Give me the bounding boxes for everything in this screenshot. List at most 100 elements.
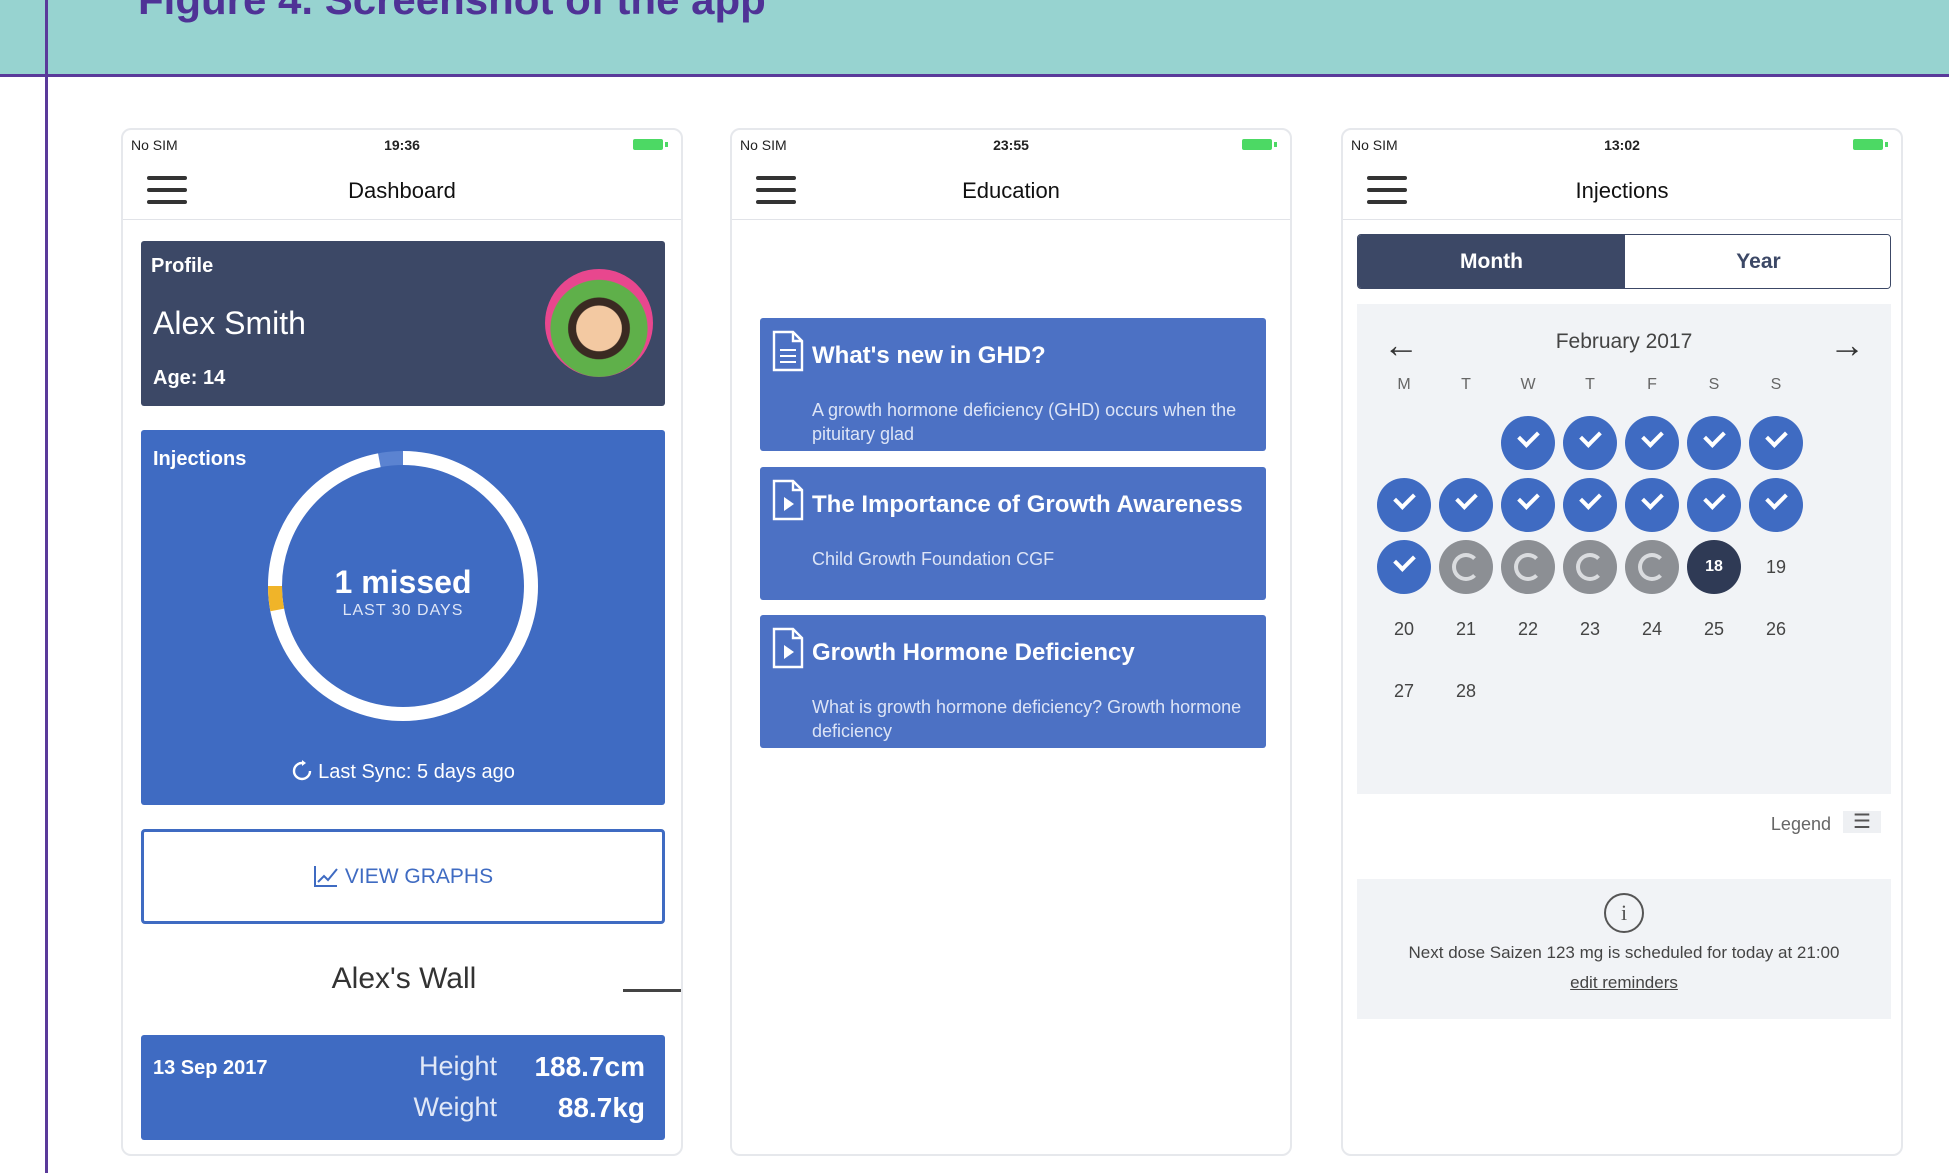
figure-banner: Figure 4. Screenshot of the app — [0, 0, 1949, 77]
calendar-day-21[interactable]: 21 — [1439, 602, 1493, 656]
calendar-day-12[interactable] — [1749, 478, 1803, 532]
nav-bar: Dashboard — [123, 160, 681, 220]
education-item-desc: A growth hormone deficiency (GHD) occurs… — [812, 400, 1237, 444]
education-screen: No SIM 23:55 Education What's new in GHD… — [730, 128, 1292, 1156]
list-icon — [1843, 809, 1881, 834]
page-title: Education — [962, 178, 1060, 203]
profile-label: Profile — [151, 255, 214, 277]
weekday-label: T — [1585, 376, 1595, 393]
calendar-day-17[interactable] — [1625, 540, 1679, 594]
calendar-month-label: February 2017 — [1555, 330, 1693, 353]
education-item[interactable]: Growth Hormone Deficiency What is growth… — [760, 615, 1266, 748]
view-graphs-label: VIEW GRAPHS — [344, 865, 494, 888]
calendar-day-15[interactable] — [1501, 540, 1555, 594]
calendar-day-7[interactable] — [1439, 478, 1493, 532]
calendar-day-24[interactable]: 24 — [1625, 602, 1679, 656]
page-title: Injections — [1575, 178, 1669, 203]
figure-canvas: Figure 4. Screenshot of the app No SIM 1… — [0, 0, 1949, 1173]
calendar-day-5[interactable] — [1749, 416, 1803, 470]
weekday-label: S — [1770, 376, 1782, 393]
calendar-day-22[interactable]: 22 — [1501, 602, 1555, 656]
missed-count: 1 missed — [334, 564, 472, 600]
tab-month[interactable]: Month — [1358, 235, 1625, 288]
weight-label: Weight — [413, 1092, 497, 1122]
calendar-day-6[interactable] — [1377, 478, 1431, 532]
calendar-day-20[interactable]: 20 — [1377, 602, 1431, 656]
legend-label: Legend — [1770, 814, 1831, 834]
figure-border — [45, 0, 48, 1173]
calendar-day-14[interactable] — [1439, 540, 1493, 594]
education-item-desc: What is growth hormone deficiency? Growt… — [812, 697, 1242, 741]
status-bar: No SIM 19:36 — [123, 130, 681, 160]
weekday-label: M — [1397, 376, 1411, 393]
battery-icon — [1853, 139, 1888, 150]
page-title: Dashboard — [348, 178, 456, 203]
battery-icon — [1242, 139, 1277, 150]
injections-card[interactable]: Injections 1 missed LAST 30 DAYS Last Sy… — [141, 430, 665, 805]
last-sync-text: Last Sync: 5 days ago — [318, 761, 515, 783]
weekday-label: F — [1647, 376, 1657, 393]
last-sync: Last Sync: 5 days ago — [141, 760, 665, 784]
missed-period: LAST 30 DAYS — [342, 602, 464, 619]
sync-icon — [292, 760, 312, 781]
height-label: Height — [418, 1051, 497, 1081]
tab-year[interactable]: Year — [1625, 235, 1890, 288]
legend-toggle[interactable]: Legend — [1770, 809, 1881, 835]
education-item[interactable]: The Importance of Growth Awareness Child… — [760, 467, 1266, 600]
calendar-day-2[interactable] — [1563, 416, 1617, 470]
nav-bar: Education — [732, 160, 1290, 220]
document-icon — [772, 330, 804, 372]
weekday-label: T — [1461, 376, 1471, 393]
avatar[interactable] — [545, 269, 653, 377]
status-bar: No SIM 13:02 — [1343, 130, 1901, 160]
calendar-day-13[interactable] — [1377, 540, 1431, 594]
education-item-desc: Child Growth Foundation CGF — [812, 549, 1055, 569]
wall-tab-indicator — [623, 989, 681, 992]
next-dose-text: Next dose Saizen 123 mg is scheduled for… — [1408, 943, 1840, 962]
calendar-day-23[interactable]: 23 — [1563, 602, 1617, 656]
wall-title: Alex's Wall — [331, 962, 477, 995]
calendar-day-11[interactable] — [1687, 478, 1741, 532]
clock-label: 19:36 — [384, 137, 420, 153]
profile-card[interactable]: Profile Alex Smith Age: 14 — [141, 241, 665, 406]
figure-title: Figure 4. Screenshot of the app — [138, 0, 766, 24]
calendar-day-9[interactable] — [1563, 478, 1617, 532]
edit-reminders-link[interactable]: edit reminders — [1357, 973, 1891, 993]
next-month-arrow-icon[interactable]: → — [1829, 324, 1865, 366]
next-dose-panel: i Next dose Saizen 123 mg is scheduled f… — [1357, 879, 1891, 1019]
calendar-day-16[interactable] — [1563, 540, 1617, 594]
profile-age: Age: 14 — [153, 367, 226, 389]
calendar-day-8[interactable] — [1501, 478, 1555, 532]
profile-name: Alex Smith — [153, 305, 306, 341]
injections-screen: No SIM 13:02 Injections Month Year ← Feb… — [1341, 128, 1903, 1156]
calendar-day-1[interactable] — [1501, 416, 1555, 470]
calendar-day-3[interactable] — [1625, 416, 1679, 470]
education-item-title: Growth Hormone Deficiency — [812, 639, 1135, 666]
wall-entry-date: 13 Sep 2017 — [153, 1057, 268, 1079]
calendar-day-18[interactable]: 18 — [1687, 540, 1741, 594]
weekday-label: W — [1520, 376, 1536, 393]
education-item[interactable]: What's new in GHD? A growth hormone defi… — [760, 318, 1266, 451]
period-toggle: Month Year — [1357, 234, 1891, 289]
clock-label: 23:55 — [993, 137, 1029, 153]
calendar-day-27[interactable]: 27 — [1377, 664, 1431, 718]
calendar-day-26[interactable]: 26 — [1749, 602, 1803, 656]
calendar-day-10[interactable] — [1625, 478, 1679, 532]
education-item-title: What's new in GHD? — [812, 342, 1046, 369]
calendar-day-28[interactable]: 28 — [1439, 664, 1493, 718]
info-icon: i — [1604, 893, 1644, 933]
injections-label: Injections — [153, 448, 247, 470]
education-item-title: The Importance of Growth Awareness — [812, 491, 1243, 518]
status-bar: No SIM 23:55 — [732, 130, 1290, 160]
weekday-label: S — [1708, 376, 1720, 393]
calendar-day-4[interactable] — [1687, 416, 1741, 470]
dashboard-screen: No SIM 19:36 Dashboard Profile Alex Smit… — [121, 128, 683, 1156]
video-file-icon — [772, 627, 804, 669]
wall-entry-card[interactable]: 13 Sep 2017 Height 188.7cm Weight 88.7kg — [141, 1035, 665, 1140]
calendar-day-25[interactable]: 25 — [1687, 602, 1741, 656]
view-graphs-button[interactable]: VIEW GRAPHS — [141, 829, 665, 924]
weight-value: 88.7kg — [557, 1092, 645, 1123]
battery-icon — [633, 139, 668, 150]
calendar-day-19[interactable]: 19 — [1749, 540, 1803, 594]
chart-icon — [313, 866, 338, 887]
